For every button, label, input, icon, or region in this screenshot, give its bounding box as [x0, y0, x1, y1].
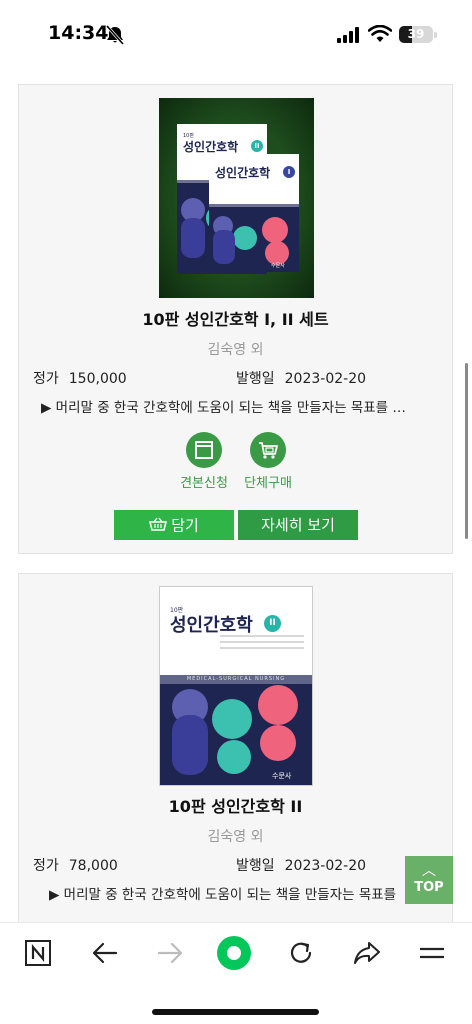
book-author: 김숙영 외 — [207, 829, 264, 845]
cover-publisher: 수문사 — [272, 772, 292, 780]
date-label: 발행일 — [236, 858, 275, 874]
forward-arrow-icon[interactable] — [150, 933, 190, 973]
price-label: 정가 — [33, 371, 59, 387]
book-publish-date: 발행일 2023-02-20 — [236, 368, 366, 388]
group-purchase-label: 단체구매 — [244, 476, 292, 491]
book-list[interactable]: 10판 성인간호학 II 성인간호학 I 수문사 10판 성인간호학 I, II… — [0, 70, 472, 922]
cover-title-front: 성인간호학 — [215, 166, 271, 180]
book-author: 김숙영 외 — [207, 342, 264, 358]
chevron-up-icon: ︿ — [422, 863, 436, 879]
naver-home-icon[interactable] — [214, 933, 254, 973]
wifi-icon — [368, 25, 392, 42]
basket-icon — [149, 511, 168, 541]
naver-n-icon[interactable] — [18, 933, 58, 973]
book-description[interactable]: ▶ 머리말 중 한국 간호학에 도움이 되는 책을 만들자는 목표를 … — [41, 396, 436, 416]
cover-title-back: 성인간호학 — [183, 140, 239, 154]
sample-request-label: 견본신청 — [180, 476, 228, 491]
back-arrow-icon[interactable] — [85, 933, 125, 973]
sample-request-button[interactable]: 견본신청 — [174, 432, 234, 491]
cart-icon — [250, 432, 286, 468]
view-details-button[interactable]: 자세히 보기 — [238, 510, 358, 540]
cover-title: 성인간호학 — [170, 615, 253, 636]
book-icon — [186, 432, 222, 468]
status-bar: 14:34 39 — [0, 0, 472, 70]
add-to-cart-button[interactable]: 담기 — [114, 510, 234, 540]
menu-icon[interactable] — [412, 933, 452, 973]
book-description[interactable]: ▶ 머리말 중 한국 간호학에 도움이 되는 책을 만들자는 목표를 — [49, 883, 444, 903]
cellular-signal-icon — [337, 27, 359, 43]
book-cover-image[interactable]: 10판 성인간호학 II MEDICAL-SURGICAL NURSING 수문… — [159, 586, 313, 786]
price-label: 정가 — [33, 858, 59, 874]
cover-publisher: 수문사 — [271, 263, 285, 269]
battery-cap — [434, 32, 437, 38]
book-card[interactable]: 10판 성인간호학 II MEDICAL-SURGICAL NURSING 수문… — [18, 573, 453, 922]
cover-badge-front: I — [283, 166, 295, 178]
book-card[interactable]: 10판 성인간호학 II 성인간호학 I 수문사 10판 성인간호학 I, II… — [18, 84, 453, 554]
book-price: 정가 150,000 — [33, 368, 127, 388]
bell-off-icon — [105, 25, 125, 45]
cover-badge-back: II — [251, 140, 263, 152]
browser-toolbar — [0, 922, 472, 1024]
group-purchase-button[interactable]: 단체구매 — [238, 432, 298, 491]
scroll-to-top-button[interactable]: ︿ TOP — [405, 856, 453, 904]
cover-band-text: MEDICAL-SURGICAL NURSING — [186, 676, 286, 682]
book-publish-date: 발행일 2023-02-20 — [236, 855, 366, 875]
scrollbar[interactable] — [465, 363, 468, 539]
price-value: 78,000 — [68, 858, 118, 874]
book-title[interactable]: 10판 성인간호학 II — [19, 793, 452, 817]
reload-icon[interactable] — [281, 933, 321, 973]
book-price: 정가 78,000 — [33, 855, 118, 875]
status-time: 14:34 — [48, 22, 109, 44]
top-label: TOP — [414, 880, 444, 895]
battery-icon: 39 — [399, 26, 433, 43]
book-cover-image[interactable]: 10판 성인간호학 II 성인간호학 I 수문사 — [159, 98, 314, 298]
price-value: 150,000 — [68, 371, 127, 387]
book-title[interactable]: 10판 성인간호학 I, II 세트 — [19, 306, 452, 330]
date-label: 발행일 — [236, 371, 275, 387]
share-icon[interactable] — [347, 933, 387, 973]
add-to-cart-label: 담기 — [171, 516, 199, 535]
battery-level: 39 — [407, 27, 425, 41]
date-value: 2023-02-20 — [284, 858, 367, 874]
cover-badge: II — [264, 615, 281, 632]
date-value: 2023-02-20 — [284, 371, 367, 387]
home-indicator[interactable] — [152, 1009, 319, 1015]
